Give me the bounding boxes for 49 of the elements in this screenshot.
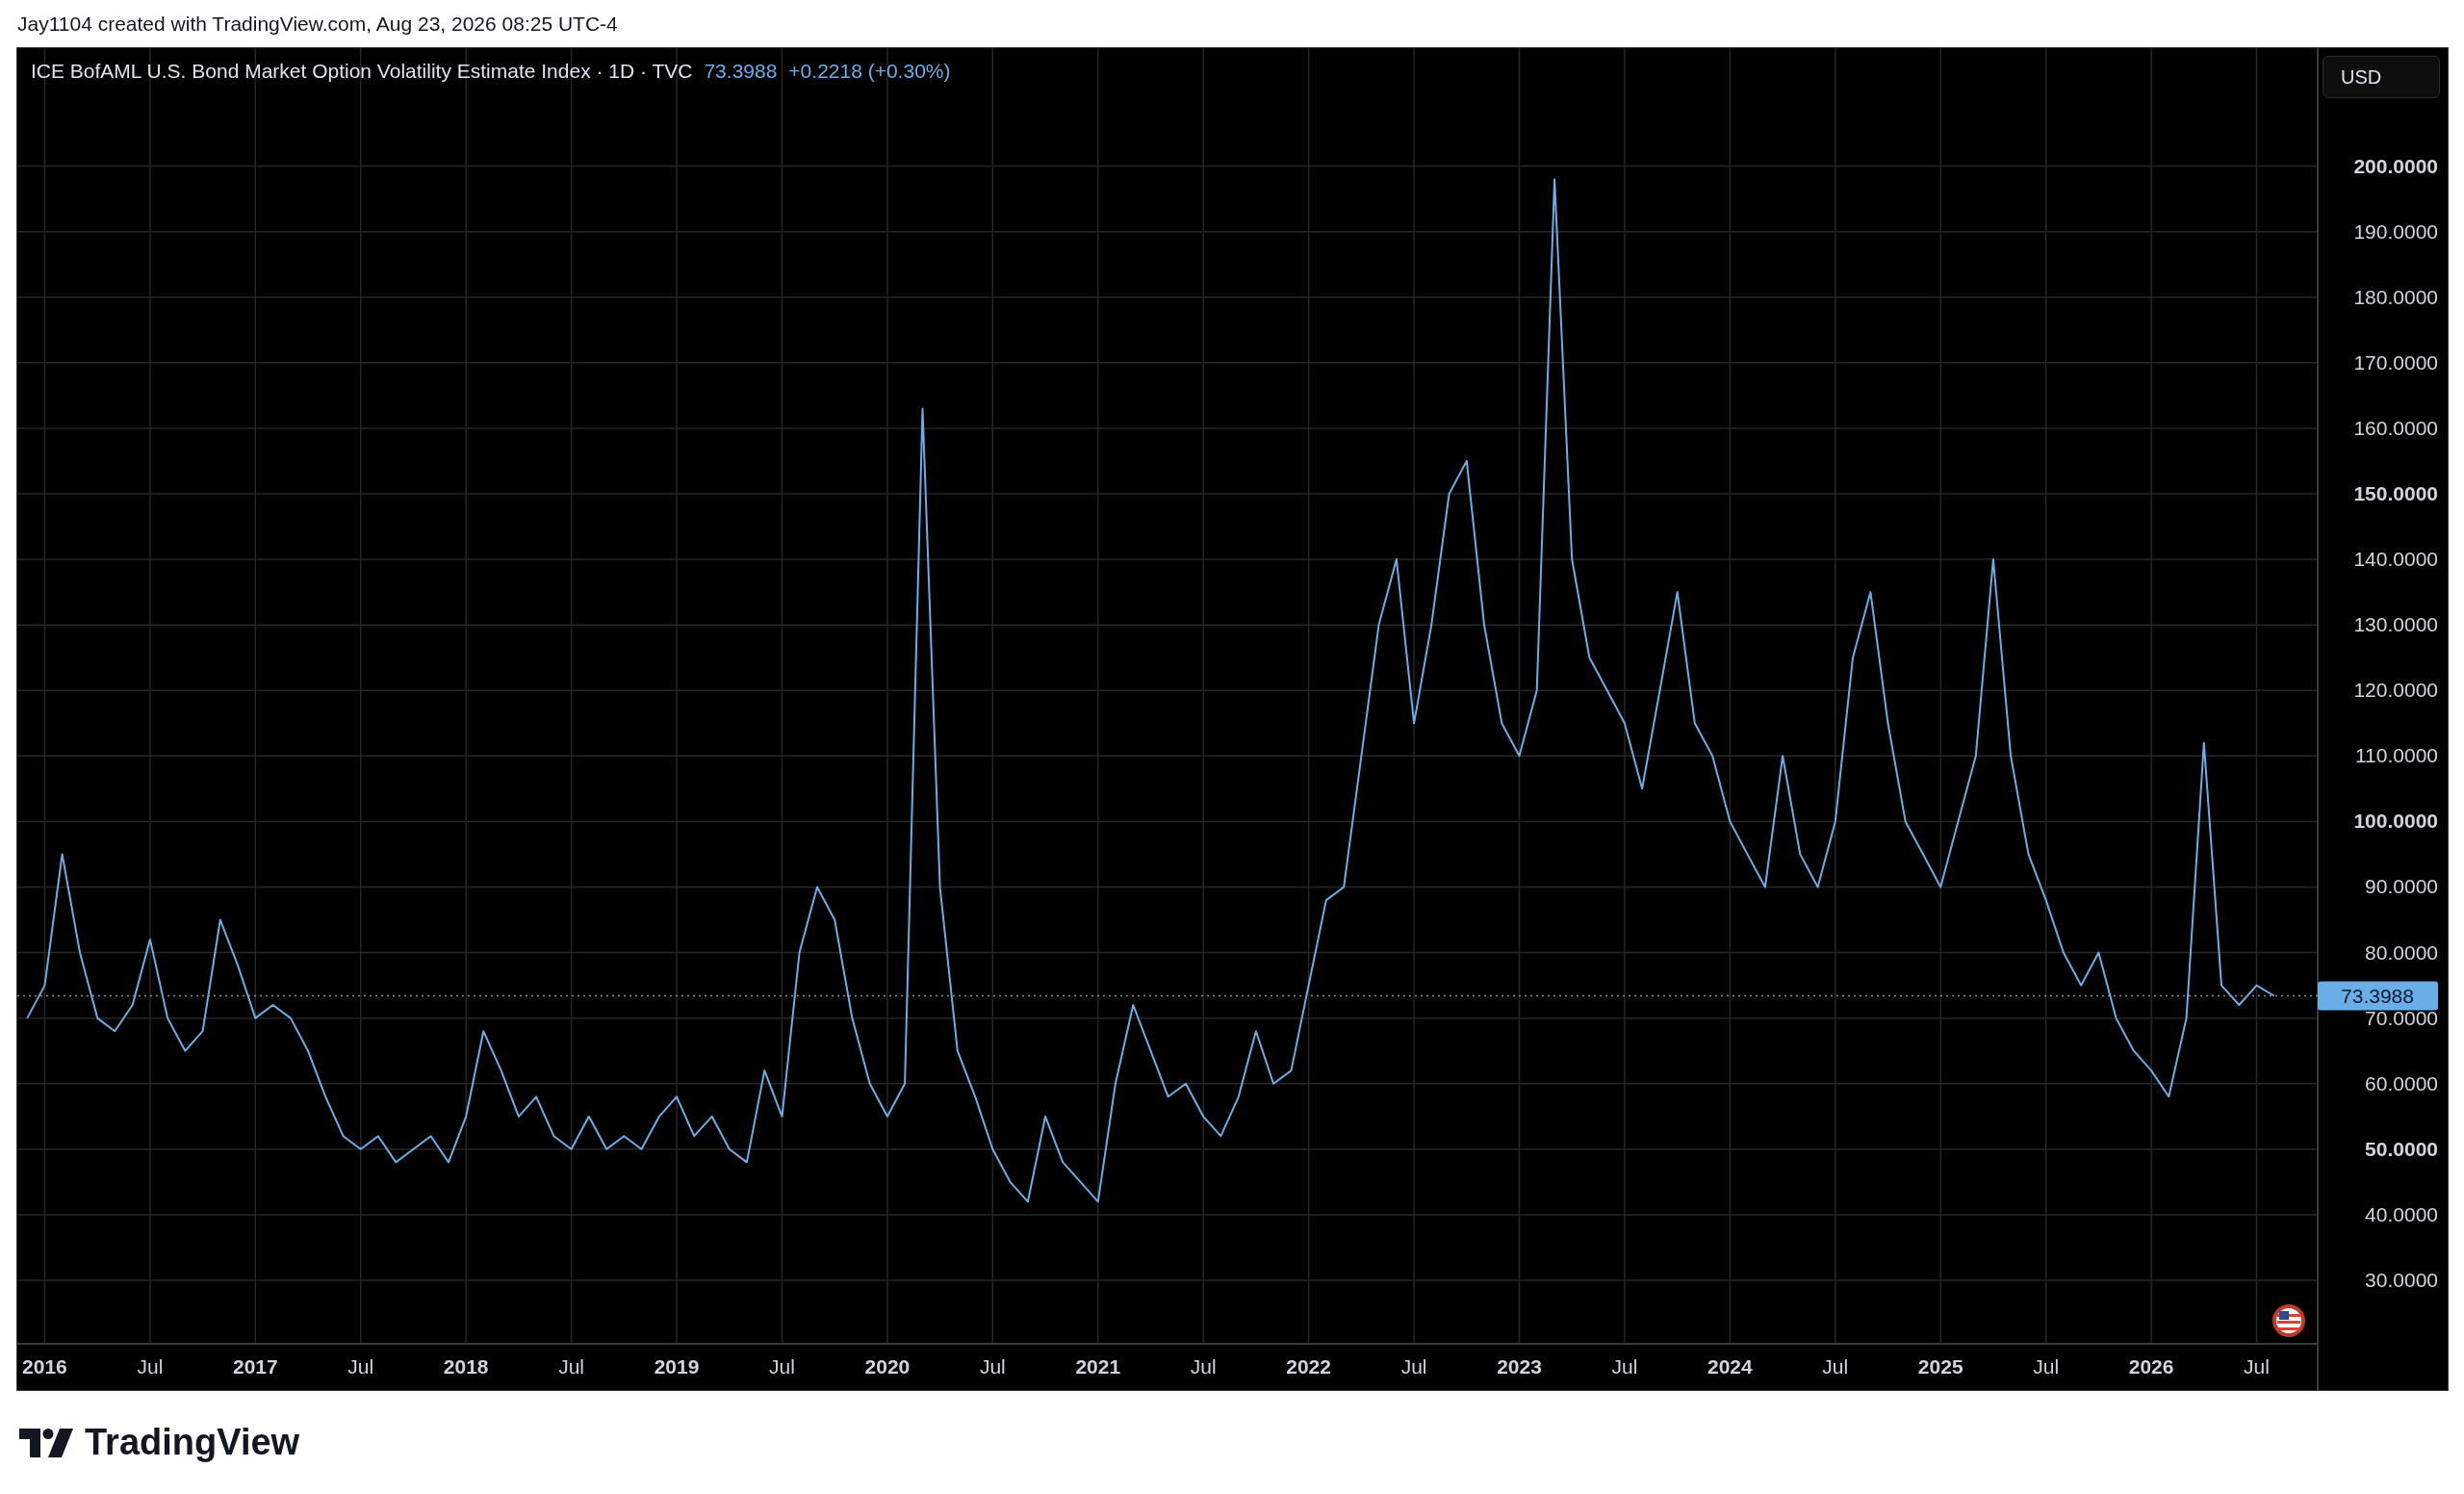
time-axis-label: Jul (1822, 1355, 1849, 1378)
tradingview-logo-icon (19, 1428, 73, 1457)
legend-title: ICE BofAML U.S. Bond Market Option Volatility Estimate Index · 1D · TVC (31, 60, 693, 83)
price-axis-label: 180.0000 (2353, 285, 2438, 308)
time-axis-label: 2022 (1286, 1355, 1331, 1378)
time-axis-label: 2016 (22, 1355, 67, 1378)
time-axis-label: Jul (1611, 1355, 1638, 1378)
currency-button[interactable]: USD (2323, 56, 2440, 98)
price-axis-label: 50.0000 (2365, 1137, 2438, 1160)
price-axis-label: 60.0000 (2365, 1071, 2438, 1095)
time-axis-label: Jul (1190, 1355, 1217, 1378)
time-axis-label: Jul (979, 1355, 1006, 1378)
time-axis-label: 2026 (2128, 1355, 2174, 1378)
price-axis-label: 130.0000 (2353, 613, 2438, 636)
time-axis-label: 2025 (1917, 1355, 1964, 1378)
price-axis-label: 190.0000 (2353, 219, 2438, 243)
time-axis-label: 2024 (1707, 1355, 1753, 1378)
time-axis-label: 2023 (1497, 1355, 1542, 1378)
time-axis-label: 2020 (864, 1355, 911, 1378)
time-axis-label: Jul (347, 1355, 374, 1378)
time-axis-label: Jul (558, 1355, 585, 1378)
time-axis-label: Jul (2244, 1355, 2270, 1378)
price-tag: 73.3988 (2318, 981, 2438, 1011)
price-axis-label: 110.0000 (2354, 744, 2438, 767)
time-axis-label: Jul (137, 1355, 164, 1378)
attribution-text: Jay1104 created with TradingView.com, Aug 23, 2026 08:25 UTC-4 (17, 12, 618, 36)
time-axis-label: 2019 (654, 1355, 700, 1378)
time-axis-label: Jul (769, 1355, 795, 1378)
price-axis-label: 40.0000 (2365, 1202, 2438, 1225)
price-axis-label: 30.0000 (2365, 1268, 2438, 1291)
price-axis-label: 140.0000 (2353, 548, 2438, 571)
price-axis-label: 160.0000 (2353, 416, 2438, 439)
price-axis-label: 80.0000 (2365, 940, 2438, 964)
price-axis-label: 200.0000 (2353, 154, 2438, 177)
legend-change: +0.2218 (+0.30%) (788, 60, 951, 83)
time-axis-label: Jul (1400, 1355, 1427, 1378)
price-axis-label: 150.0000 (2353, 481, 2438, 504)
price-axis-label: 100.0000 (2353, 810, 2438, 833)
price-axis-label: 120.0000 (2353, 679, 2438, 702)
time-axis-label: 2017 (232, 1355, 278, 1378)
time-axis-label: 2018 (443, 1355, 489, 1378)
logo-text: TradingView (85, 1422, 300, 1463)
legend-price: 73.3988 (704, 60, 778, 83)
ref-line-label: 73.3988 (2341, 985, 2414, 1008)
flag-icon (2272, 1304, 2305, 1337)
time-axis-label: Jul (2033, 1355, 2060, 1378)
price-axis-label: 90.0000 (2365, 875, 2438, 898)
price-axis-label: 170.0000 (2353, 350, 2438, 374)
time-axis-label: 2021 (1075, 1355, 1121, 1378)
